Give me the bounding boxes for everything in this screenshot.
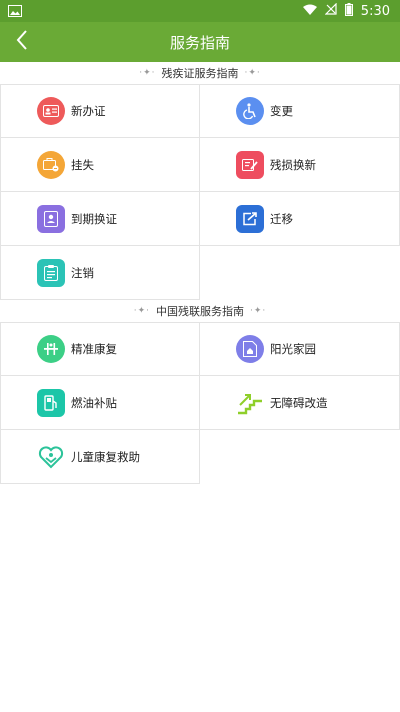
image-notification-icon (8, 2, 22, 21)
grid-item-expire-renew[interactable]: 到期换证 (0, 192, 200, 246)
grid-item-fuel-subsidy[interactable]: 燃油补贴 (0, 376, 200, 430)
grid-item-damaged-replace[interactable]: 残损换新 (200, 138, 400, 192)
section-title: 中国残联服务指南 (156, 305, 244, 318)
grid-item-cancel[interactable]: 注销 (0, 246, 200, 300)
grid-item-label: 新办证 (71, 104, 106, 118)
child-heart-icon (37, 443, 65, 471)
status-left (8, 2, 22, 21)
grid-item-label: 注销 (71, 265, 94, 280)
sunshine-home-icon (236, 335, 264, 363)
wheelchair-icon (236, 97, 264, 125)
grid-item-transfer[interactable]: 迁移 (200, 192, 400, 246)
grid-item-label: 残损换新 (270, 157, 316, 172)
grid-item-label: 阳光家园 (270, 342, 316, 356)
chevron-left-icon (15, 29, 29, 55)
divider-ornament-left: ·✦· (139, 68, 156, 78)
wifi-icon (302, 4, 317, 19)
grid-item-change[interactable]: 变更 (200, 84, 400, 138)
disability-card-grid: 新办证 变更 挂失 残损换新 到期换证 迁移 注销 (0, 84, 400, 300)
edit-card-icon (236, 150, 264, 179)
grid-item-label: 到期换证 (71, 211, 117, 226)
grid-item-report-lost[interactable]: 挂失 (0, 138, 200, 192)
status-bar: 5:30 (0, 0, 400, 22)
grid-item-precise-rehab[interactable]: 精准康复 (0, 322, 200, 376)
lost-card-icon (37, 150, 65, 179)
grid-item-child-rehab-aid[interactable]: 儿童康复救助 (0, 430, 200, 484)
battery-icon (344, 2, 353, 20)
barrier-free-icon (236, 389, 264, 417)
grid-empty-slot (200, 430, 400, 484)
status-right: 5:30 (302, 2, 390, 20)
status-time: 5:30 (360, 3, 390, 19)
grid-item-label: 燃油补贴 (71, 395, 117, 410)
grid-item-label: 挂失 (71, 157, 94, 172)
divider-ornament-right: ·✦· (244, 68, 261, 78)
grid-item-label: 儿童康复救助 (71, 449, 140, 464)
grid-item-label: 精准康复 (71, 342, 117, 356)
transfer-icon (236, 204, 264, 233)
no-signal-icon (324, 2, 337, 19)
grid-item-label: 迁移 (270, 211, 293, 226)
section-title: 残疾证服务指南 (161, 67, 239, 80)
grid-item-label: 无障碍改造 (270, 395, 328, 410)
grid-item-new-card[interactable]: 新办证 (0, 84, 200, 138)
grid-empty-slot (200, 246, 400, 300)
divider-ornament-left: ·✦· (133, 306, 150, 316)
id-card-icon (37, 97, 65, 125)
grid-item-barrier-free[interactable]: 无障碍改造 (200, 376, 400, 430)
page-title: 服务指南 (169, 33, 230, 52)
fuel-pump-icon (37, 388, 65, 417)
rehab-icon (37, 335, 65, 363)
app-header: 服务指南 (0, 22, 400, 62)
badge-icon (37, 204, 65, 233)
divider-ornament-right: ·✦· (250, 306, 267, 316)
section-header-cdpf: ·✦· 中国残联服务指南 ·✦· (0, 300, 400, 322)
grid-item-sunshine-home[interactable]: 阳光家园 (200, 322, 400, 376)
section-header-disability-card: ·✦· 残疾证服务指南 ·✦· (0, 62, 400, 84)
cdpf-service-grid: 精准康复 阳光家园 燃油补贴 无障碍改造 儿童康复救助 (0, 322, 400, 484)
back-button[interactable] (10, 30, 34, 54)
grid-item-label: 变更 (270, 104, 293, 118)
cancel-doc-icon (37, 258, 65, 287)
